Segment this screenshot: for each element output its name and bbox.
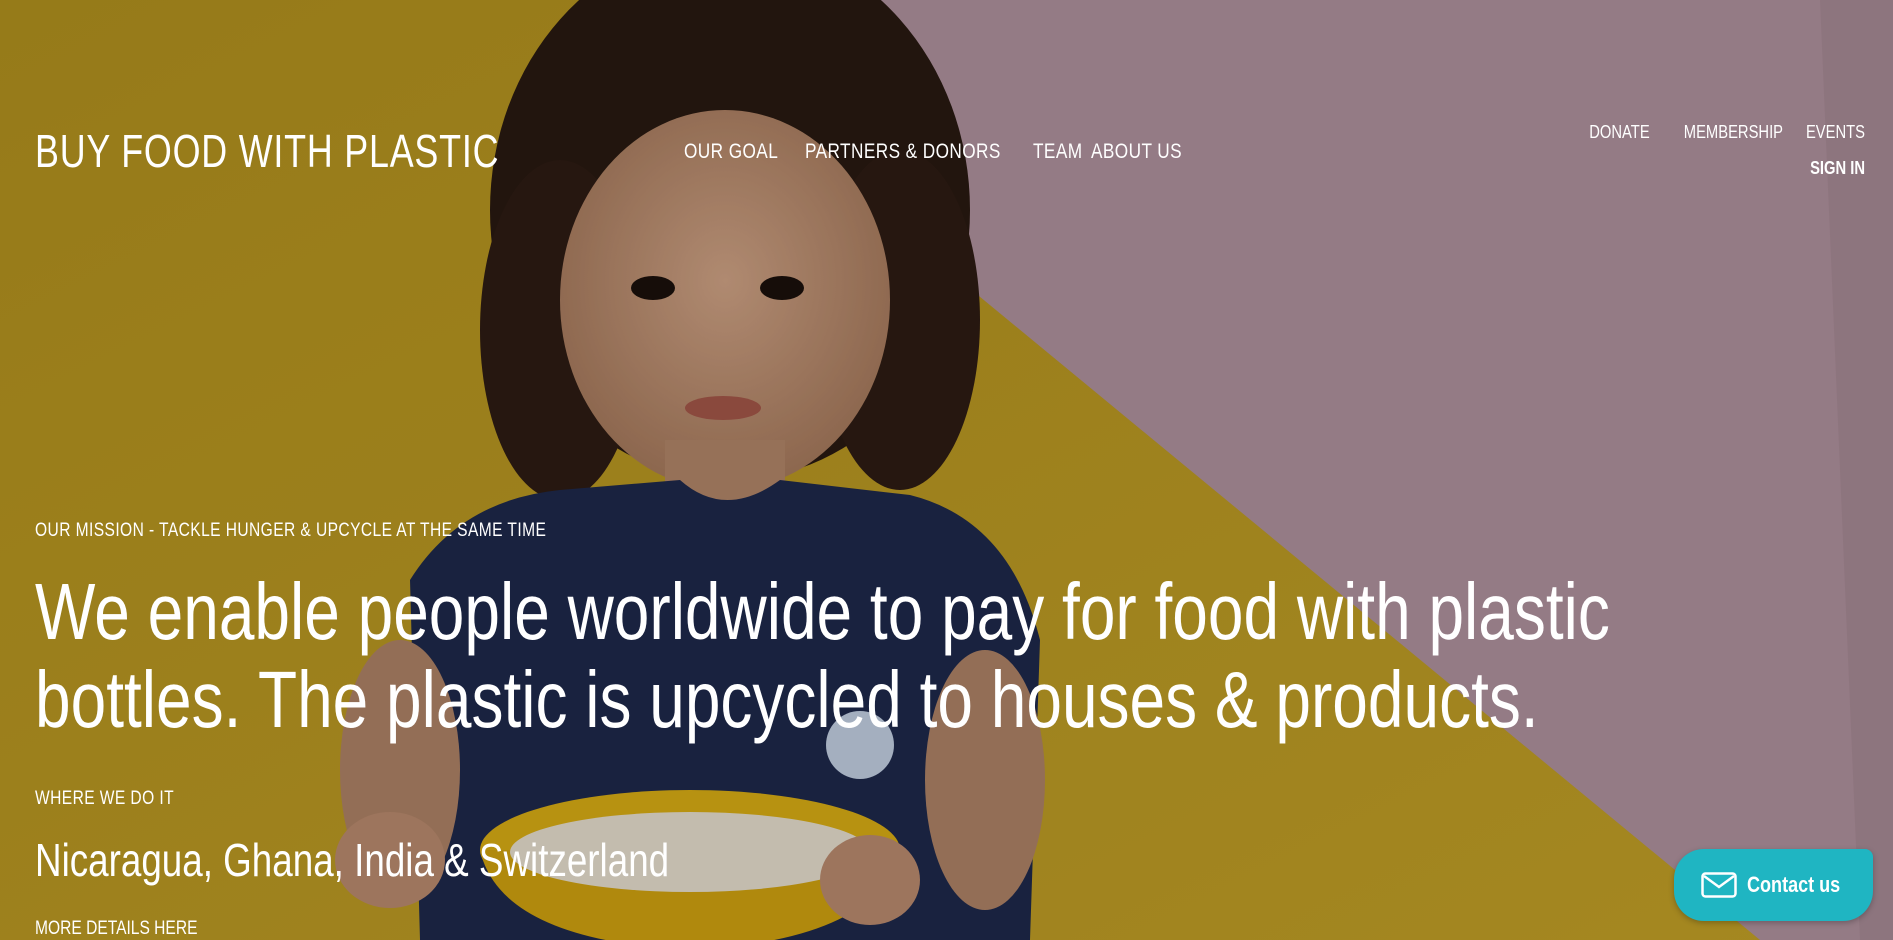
- mission-label: OUR MISSION - TACKLE HUNGER & UPCYCLE AT…: [35, 520, 547, 541]
- sign-in-link[interactable]: SIGN IN: [1810, 158, 1865, 179]
- nav-about-us[interactable]: ABOUT US: [1091, 140, 1182, 164]
- more-details-link[interactable]: MORE DETAILS HERE: [35, 918, 197, 940]
- nav-team[interactable]: TEAM: [1033, 140, 1082, 164]
- nav-our-goal[interactable]: OUR GOAL: [684, 140, 778, 164]
- events-link[interactable]: EVENTS: [1806, 122, 1865, 143]
- locations-text: Nicaragua, Ghana, India & Switzerland: [35, 834, 670, 886]
- membership-link[interactable]: MEMBERSHIP: [1684, 122, 1783, 143]
- headline-line-2: bottles. The plastic is upcycled to hous…: [35, 655, 1539, 744]
- nav-partners-donors[interactable]: PARTNERS & DONORS: [805, 140, 1001, 164]
- donate-link[interactable]: DONATE: [1590, 122, 1650, 143]
- envelope-icon: [1700, 872, 1737, 898]
- main-nav: OUR GOAL PARTNERS & DONORS TEAM ABOUT US: [684, 140, 1202, 164]
- site-logo[interactable]: BUY FOOD WITH PLASTIC: [35, 124, 499, 178]
- utility-nav: DONATE MEMBERSHIP EVENTS SIGN IN: [1576, 122, 1865, 179]
- contact-us-label: Contact us: [1746, 872, 1840, 897]
- where-label: WHERE WE DO IT: [35, 788, 175, 809]
- hero-headline: We enable people worldwide to pay for fo…: [35, 568, 1610, 744]
- contact-us-button[interactable]: Contact us: [1674, 849, 1873, 921]
- headline-line-1: We enable people worldwide to pay for fo…: [35, 567, 1610, 656]
